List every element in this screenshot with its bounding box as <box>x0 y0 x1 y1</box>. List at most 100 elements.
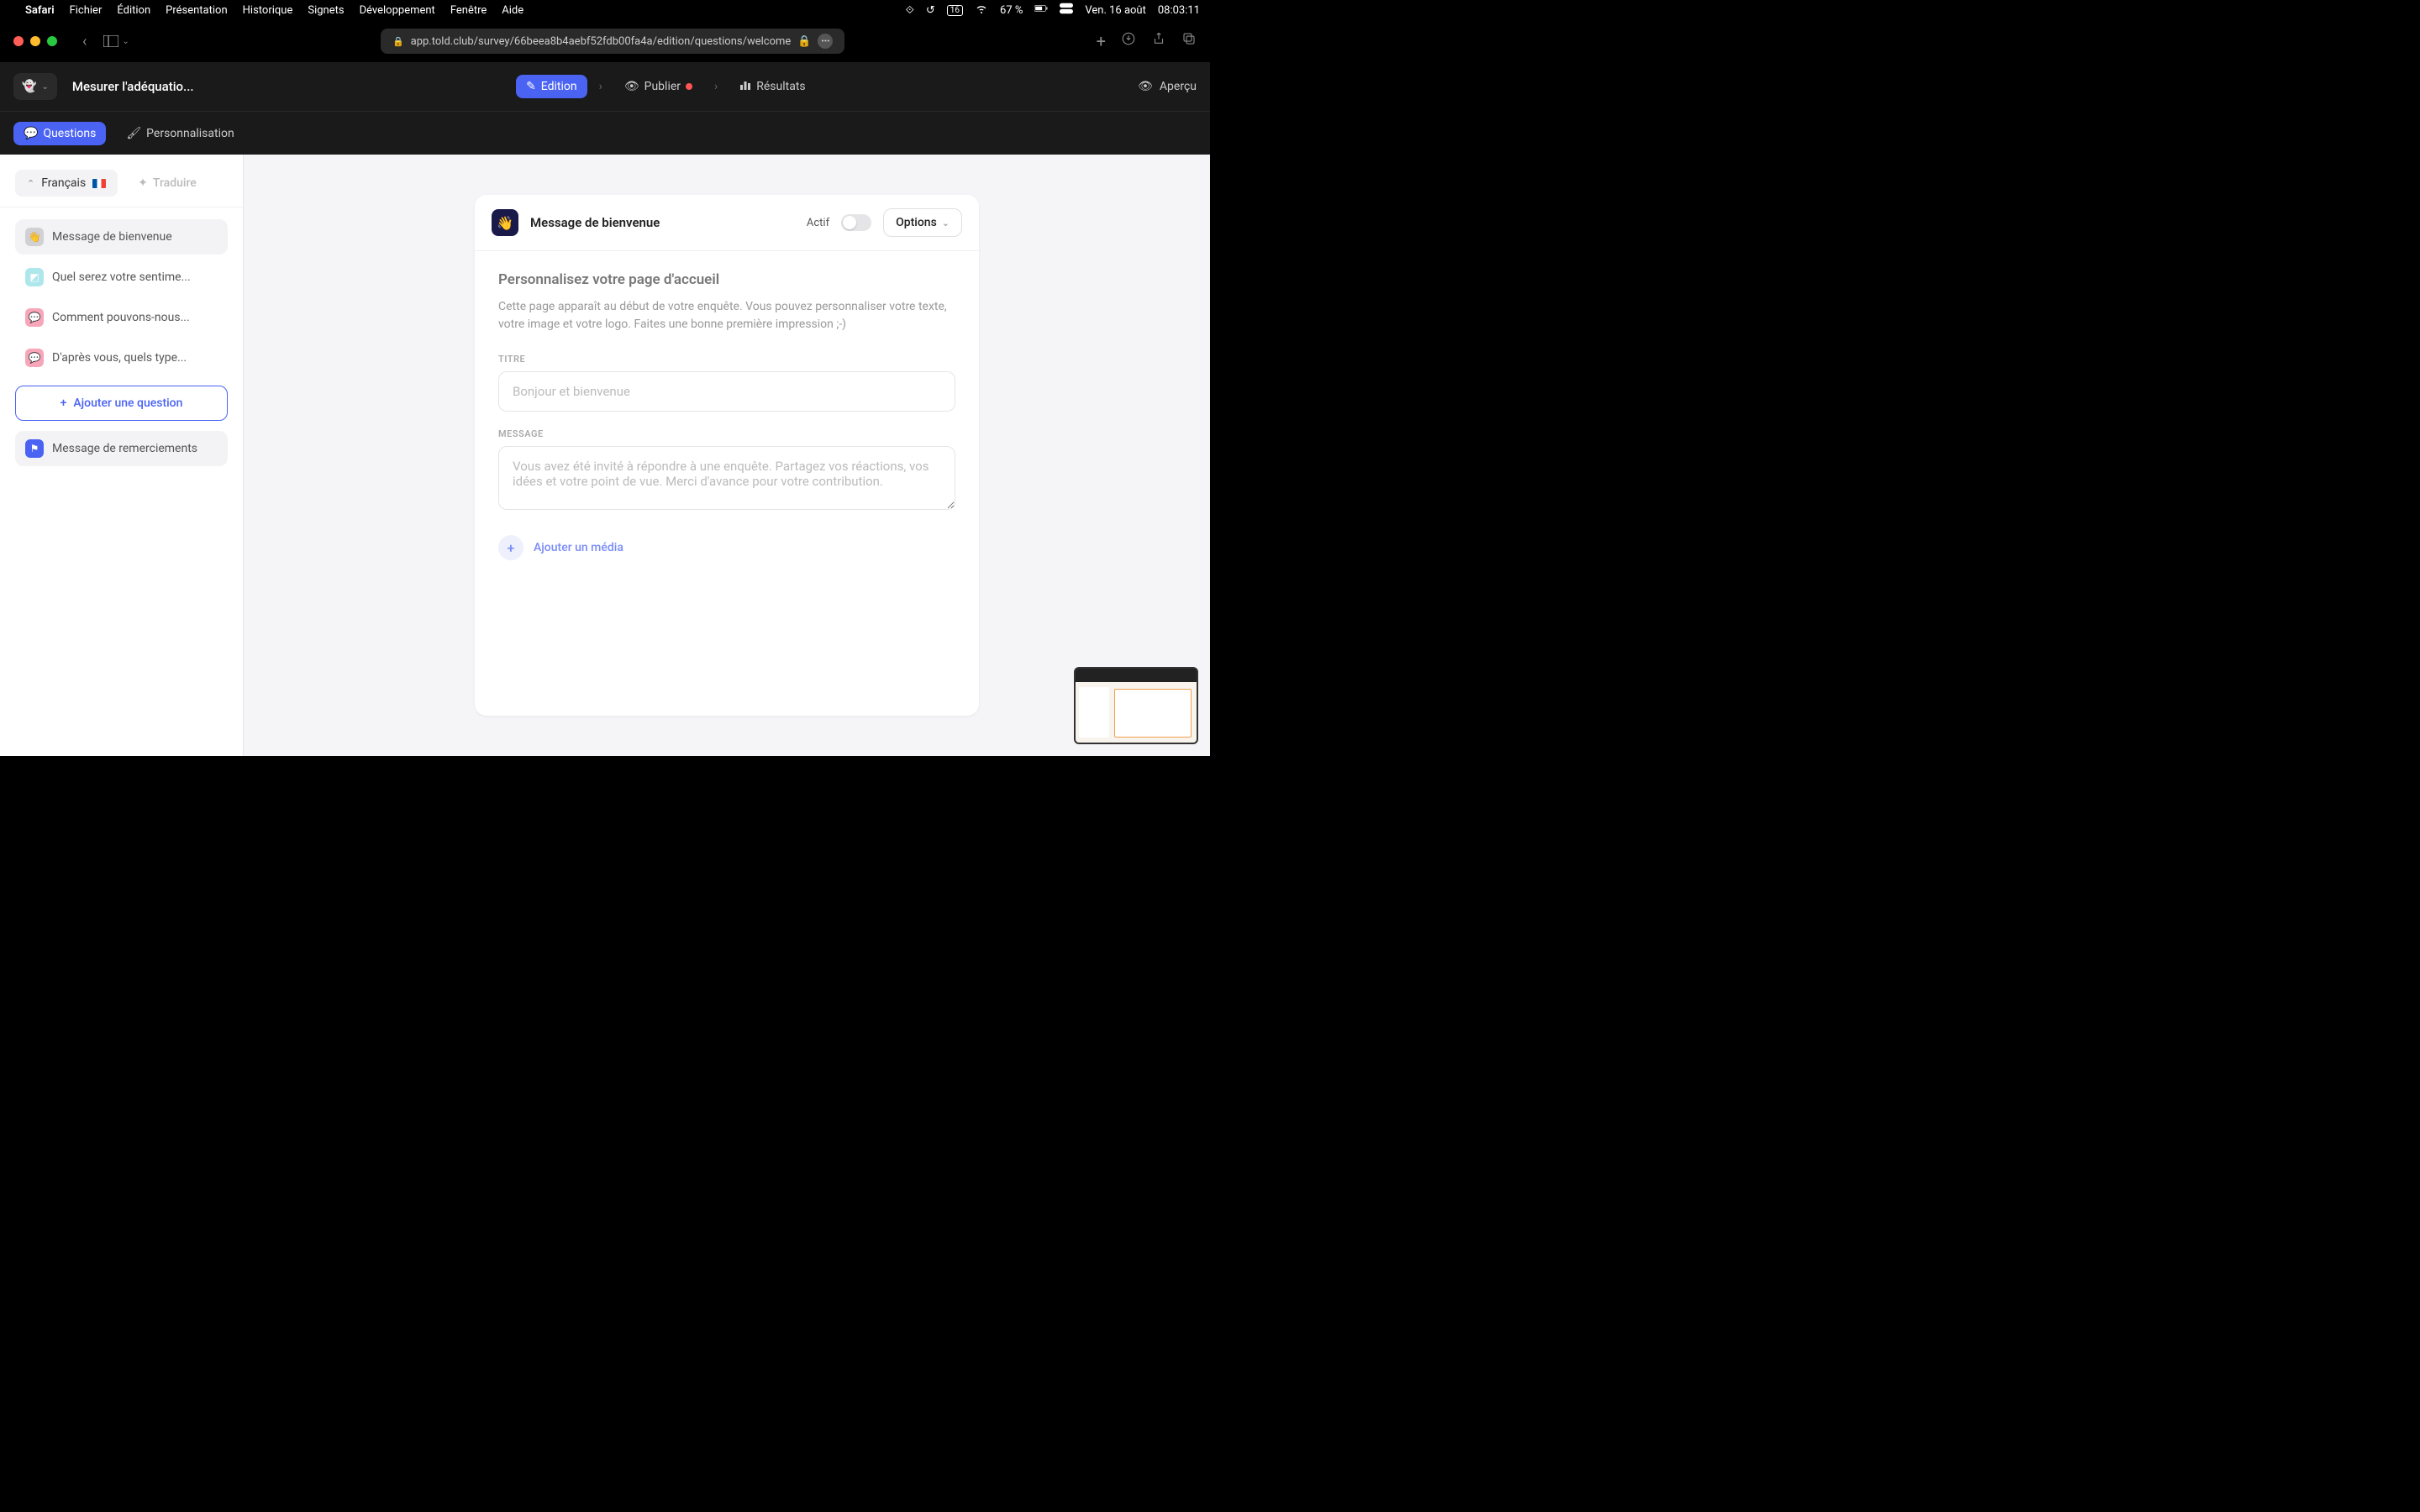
battery-percent: 67 % <box>1000 4 1023 17</box>
title-input[interactable] <box>498 371 955 412</box>
address-bar[interactable]: 🔒 app.told.club/survey/66beea8b4aebf52fd… <box>381 29 845 54</box>
plus-icon: + <box>60 396 67 410</box>
message-icon: 💬 <box>25 308 44 327</box>
survey-title[interactable]: Mesurer l'adéquatio... <box>72 79 194 94</box>
plus-icon: + <box>498 535 523 560</box>
sidebar-toggle-button[interactable]: ⌄ <box>103 35 129 47</box>
menu-aide[interactable]: Aide <box>502 4 523 17</box>
question-label: D'après vous, quels type... <box>52 351 187 365</box>
active-toggle[interactable] <box>841 214 871 231</box>
battery-icon[interactable] <box>1034 2 1048 18</box>
message-input[interactable] <box>498 446 955 510</box>
chevron-down-icon: ⌄ <box>942 218 950 228</box>
back-button[interactable]: ‹ <box>76 33 93 50</box>
content-area: 👋 Message de bienvenue Actif Options ⌄ P… <box>244 155 1210 756</box>
wave-icon: 👋 <box>25 228 44 246</box>
eye-icon: 👁 <box>624 80 639 93</box>
menu-fichier[interactable]: Fichier <box>70 4 103 17</box>
url-text: app.told.club/survey/66beea8b4aebf52fdb0… <box>411 35 792 48</box>
maximize-window-button[interactable] <box>47 36 57 46</box>
control-center-icon[interactable] <box>1060 2 1073 18</box>
menubar-time[interactable]: 08:03:11 <box>1158 4 1200 17</box>
chat-icon: 💬 <box>24 127 38 140</box>
active-label: Actif <box>807 217 829 229</box>
question-label: Quel serez votre sentime... <box>52 270 191 284</box>
stacks-icon[interactable]: ⟐ <box>906 4 914 17</box>
status-dot <box>686 83 692 90</box>
step-publish-label: Publier <box>644 80 681 93</box>
section-title: Personnalisez votre page d'accueil <box>498 271 955 288</box>
share-icon[interactable] <box>1151 31 1166 51</box>
preview-button[interactable]: 👁 Aperçu <box>1138 80 1197 93</box>
section-description: Cette page apparaît au début de votre en… <box>498 298 955 333</box>
add-question-button[interactable]: + Ajouter une question <box>15 386 228 421</box>
translate-button[interactable]: ✦ Traduire <box>128 170 207 197</box>
menu-historique[interactable]: Historique <box>243 4 293 17</box>
window-controls[interactable] <box>13 36 57 46</box>
menu-fenetre[interactable]: Fenêtre <box>450 4 487 17</box>
close-window-button[interactable] <box>13 36 24 46</box>
app-header: 👻 ⌄ Mesurer l'adéquatio... ✎ Edition › 👁… <box>0 62 1210 111</box>
new-tab-button[interactable]: + <box>1097 31 1106 51</box>
question-item-3[interactable]: 💬 D'après vous, quels type... <box>15 340 228 375</box>
step-edition[interactable]: ✎ Edition <box>516 75 587 98</box>
card-title: Message de bienvenue <box>530 215 795 230</box>
flag-fr-icon <box>92 179 106 188</box>
step-results[interactable]: Résultats <box>729 74 815 99</box>
question-label: Message de remerciements <box>52 442 197 455</box>
page-settings-icon[interactable]: ••• <box>818 34 833 49</box>
question-item-thanks[interactable]: ⚑ Message de remerciements <box>15 431 228 466</box>
browser-chrome: ‹ ⌄ 🔒 app.told.club/survey/66beea8b4aebf… <box>0 20 1210 62</box>
timemachine-icon[interactable]: ↺ <box>926 4 935 17</box>
question-item-welcome[interactable]: 👋 Message de bienvenue <box>15 219 228 255</box>
step-publish[interactable]: 👁 Publier <box>614 75 702 98</box>
downloads-icon[interactable] <box>1121 31 1136 51</box>
pencil-icon: ✎ <box>526 80 536 93</box>
menu-signets[interactable]: Signets <box>308 4 344 17</box>
menubar-date[interactable]: Ven. 16 août <box>1085 4 1145 17</box>
menubar-app-name[interactable]: Safari <box>25 4 55 17</box>
workspace-switcher[interactable]: 👻 ⌄ <box>13 73 57 100</box>
translate-label: Traduire <box>153 176 197 190</box>
minimize-window-button[interactable] <box>30 36 40 46</box>
menu-edition[interactable]: Édition <box>117 4 150 17</box>
language-selector[interactable]: ⌃ Français <box>15 170 118 197</box>
question-item-1[interactable]: ◩ Quel serez votre sentime... <box>15 260 228 295</box>
chevron-down-icon: ⌄ <box>41 82 48 92</box>
sub-nav: 💬 Questions 🖌 Personnalisation <box>0 111 1210 155</box>
menu-developpement[interactable]: Développement <box>360 4 435 17</box>
message-icon: 💬 <box>25 349 44 367</box>
ghost-icon: 👻 <box>22 80 36 93</box>
question-label: Comment pouvons-nous... <box>52 311 190 324</box>
tabs-icon[interactable] <box>1181 31 1197 51</box>
macos-menubar: Safari Fichier Édition Présentation Hist… <box>0 0 1210 20</box>
add-media-label: Ajouter un média <box>534 541 623 554</box>
step-edition-label: Edition <box>541 80 577 93</box>
brush-icon: 🖌 <box>126 127 141 140</box>
sparkle-icon: ✦ <box>138 176 148 190</box>
welcome-card: 👋 Message de bienvenue Actif Options ⌄ P… <box>475 195 979 716</box>
chart-icon <box>739 79 751 94</box>
preview-label: Aperçu <box>1160 80 1197 93</box>
title-field-label: TITRE <box>498 354 955 365</box>
questions-sidebar: ⌃ Français ✦ Traduire 👋 Message de bienv… <box>0 155 244 756</box>
question-item-2[interactable]: 💬 Comment pouvons-nous... <box>15 300 228 335</box>
calendar-icon[interactable]: 16 <box>947 5 963 16</box>
question-label: Message de bienvenue <box>52 230 172 244</box>
eye-icon: 👁 <box>1138 80 1153 93</box>
scale-icon: ◩ <box>25 268 44 286</box>
reader-lock-icon: 🔒 <box>797 35 811 48</box>
add-media-button[interactable]: + Ajouter un média <box>498 535 955 560</box>
tab-personalization[interactable]: 🖌 Personnalisation <box>116 122 244 145</box>
add-question-label: Ajouter une question <box>73 396 182 410</box>
pip-preview[interactable] <box>1074 667 1198 744</box>
chevron-up-icon: ⌃ <box>27 178 34 189</box>
lock-icon: 🔒 <box>392 36 404 47</box>
options-button[interactable]: Options ⌄ <box>883 208 962 237</box>
tab-questions[interactable]: 💬 Questions <box>13 122 106 145</box>
wifi-icon[interactable] <box>975 2 988 18</box>
chevron-right-icon: › <box>714 80 718 93</box>
menu-presentation[interactable]: Présentation <box>166 4 228 17</box>
flag-icon: ⚑ <box>25 439 44 458</box>
pip-content <box>1076 669 1197 743</box>
